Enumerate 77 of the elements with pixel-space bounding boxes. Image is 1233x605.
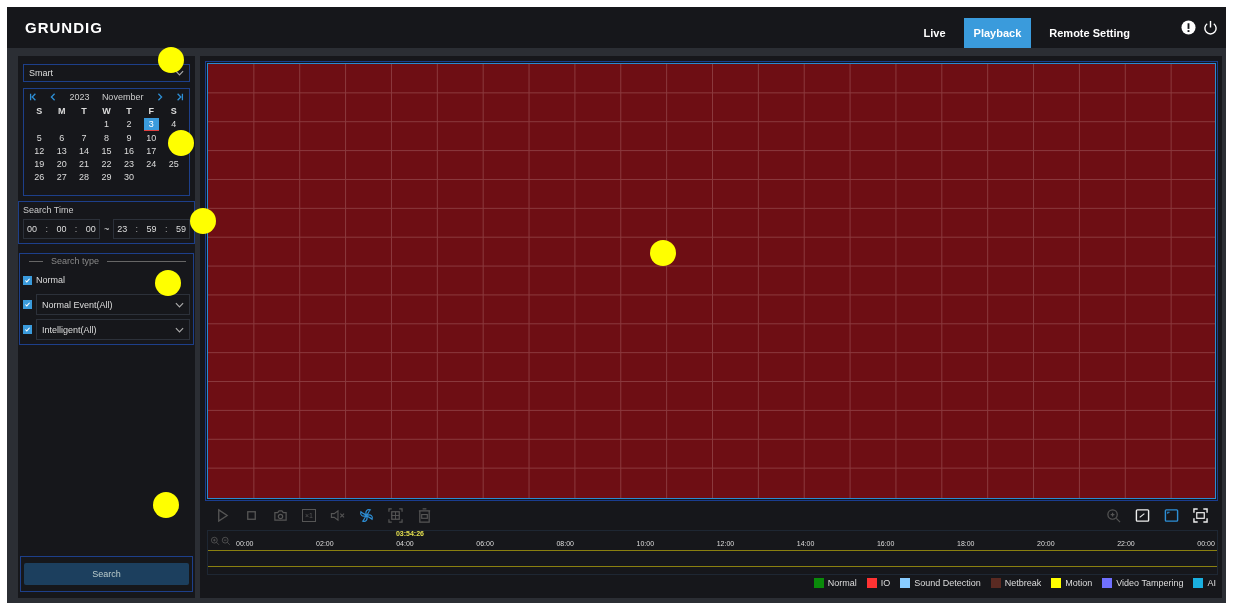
window-icon[interactable]	[1135, 507, 1150, 523]
calendar-day[interactable]: 17	[140, 145, 163, 157]
weekday-label: W	[101, 105, 112, 117]
search-time-label: Search Time	[23, 205, 75, 215]
weekday-label: F	[147, 105, 156, 117]
calendar-month: November	[101, 92, 144, 102]
weekday-label: S	[35, 105, 44, 117]
calendar-day[interactable]: 16	[117, 145, 141, 157]
legend-label: Normal	[827, 578, 857, 588]
next-icon[interactable]	[155, 93, 164, 101]
search-button[interactable]: Search	[24, 563, 189, 585]
weekday-label: M	[56, 105, 67, 117]
last-page-icon[interactable]	[175, 93, 184, 101]
search-type-title: Search type	[51, 256, 100, 266]
mute-icon[interactable]	[330, 507, 345, 523]
calendar-day[interactable]: 8	[95, 132, 118, 144]
legend-label: Video Tampering	[1116, 578, 1184, 588]
legend-label: IO	[880, 578, 891, 588]
logo: GRUNDIG	[25, 19, 103, 36]
first-page-icon[interactable]	[29, 93, 37, 101]
calendar-day[interactable]: 24	[140, 158, 163, 170]
calendar-day[interactable]: 12	[28, 145, 51, 157]
calendar-day[interactable]: 14	[72, 145, 96, 157]
calendar-day[interactable]: 27	[50, 171, 73, 183]
calendar-day[interactable]: 23	[117, 158, 141, 170]
zoom-in-icon[interactable]	[1106, 507, 1121, 523]
calendar-day[interactable]: 26	[28, 171, 51, 183]
weekday-label: T	[80, 105, 88, 117]
aspect-icon[interactable]	[1164, 507, 1179, 523]
calendar-year: 2023	[69, 92, 90, 102]
checkbox[interactable]	[23, 275, 32, 285]
type-dropdown[interactable]: Normal Event(All)	[36, 294, 190, 315]
calendar-day[interactable]: 29	[95, 171, 118, 183]
calendar-day[interactable]: 10	[140, 132, 163, 144]
checkbox-label: Normal	[36, 275, 65, 285]
checkbox[interactable]	[23, 300, 32, 309]
calendar-day[interactable]: 2	[117, 118, 141, 131]
calendar-day[interactable]: 22	[95, 158, 118, 170]
nav-tab[interactable]: Remote Setting	[1039, 18, 1140, 48]
calendar-day[interactable]: 30	[117, 171, 141, 183]
calendar-day[interactable]: 13	[50, 145, 73, 157]
alert-icon[interactable]	[1181, 20, 1196, 35]
chevron-icon	[175, 301, 184, 308]
legend-label: Sound Detection	[914, 578, 981, 588]
type-dropdown[interactable]: Intelligent(All)	[36, 319, 190, 340]
sync-icon[interactable]	[359, 507, 374, 523]
weekday-label: T	[125, 105, 133, 117]
legend-label: AI	[1207, 578, 1216, 588]
end-time-field[interactable]: 23 : 59 : 59	[113, 219, 190, 239]
camera-icon[interactable]	[273, 507, 288, 523]
calendar-day[interactable]: 4	[162, 118, 185, 131]
checkbox[interactable]	[23, 325, 32, 334]
play-icon[interactable]	[215, 507, 230, 523]
calendar-day[interactable]: 6	[50, 132, 73, 144]
mode-dropdown[interactable]: Smart	[23, 64, 190, 82]
chevron-icon	[175, 326, 184, 333]
chevron-icon	[175, 70, 184, 76]
start-time-field[interactable]: 00 : 00 : 00	[23, 219, 100, 239]
calendar-day[interactable]: 21	[72, 158, 96, 170]
calendar-day[interactable]: 19	[28, 158, 51, 170]
range-separator: ~	[103, 224, 110, 234]
nav-tab[interactable]: Live	[913, 18, 956, 48]
calendar-day[interactable]: 7	[72, 132, 96, 144]
timeline-track[interactable]	[208, 550, 1217, 567]
previous-icon[interactable]	[49, 93, 58, 101]
legend-label: Motion	[1065, 578, 1093, 588]
calendar-day[interactable]: 5	[28, 132, 51, 144]
weekday-label: S	[169, 105, 178, 117]
legend-label: Netbreak	[1004, 578, 1042, 588]
fullscreen-icon[interactable]	[1193, 507, 1208, 523]
calendar-day[interactable]: 1	[95, 118, 118, 131]
calendar-day[interactable]: 15	[95, 145, 118, 157]
calendar-day[interactable]: 9	[117, 132, 141, 144]
calendar-day[interactable]: 20	[50, 158, 73, 170]
calendar-day[interactable]: 25	[162, 158, 185, 170]
calendar-day[interactable]: 28	[72, 171, 96, 183]
power-icon[interactable]	[1203, 20, 1218, 35]
